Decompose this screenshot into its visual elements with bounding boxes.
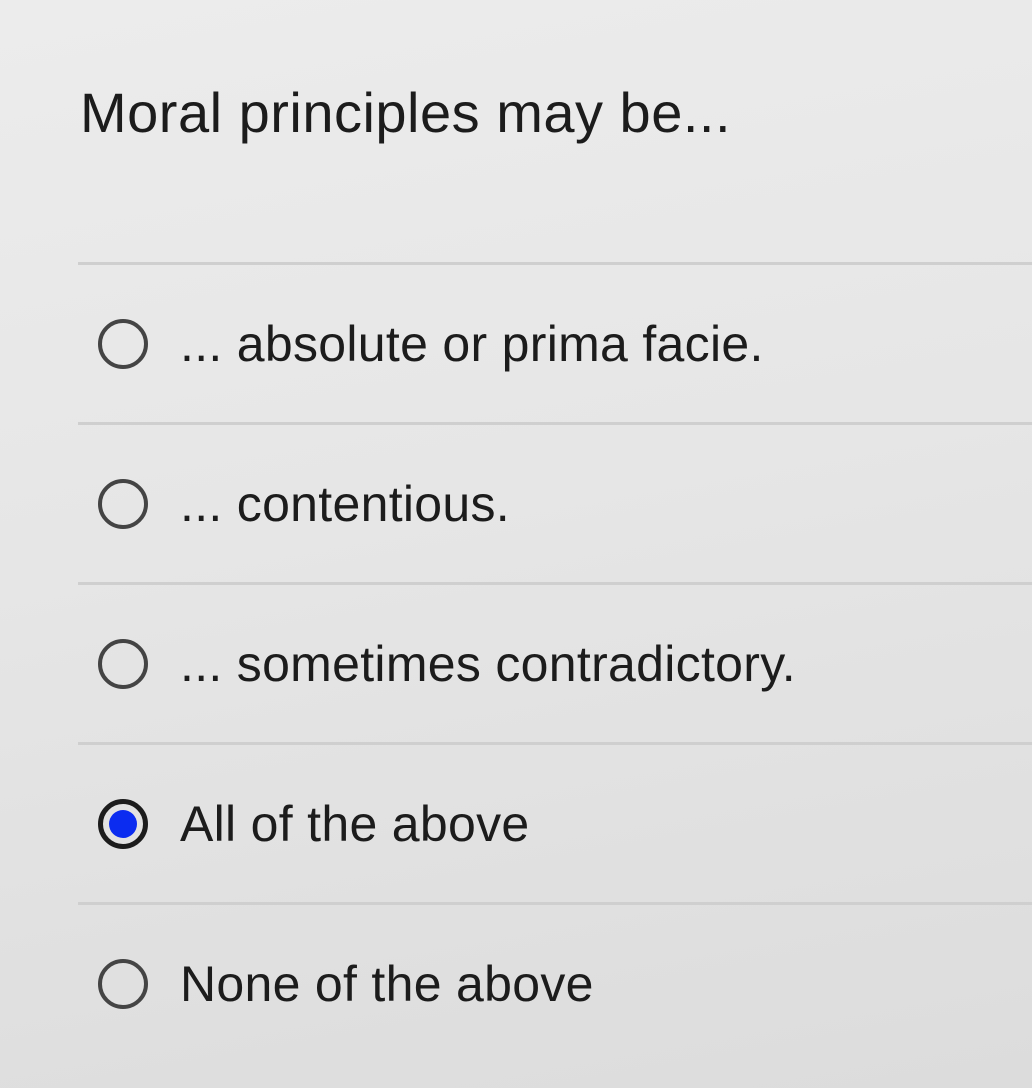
- radio-button-unchecked-icon[interactable]: [98, 958, 148, 1009]
- option-label: All of the above: [180, 795, 530, 852]
- radio-button-unchecked-icon[interactable]: [98, 318, 148, 369]
- radio-button-unchecked-icon[interactable]: [98, 478, 148, 529]
- option-absolute-or-prima-facie[interactable]: ... absolute or prima facie.: [78, 262, 1032, 422]
- option-label: ... absolute or prima facie.: [180, 315, 764, 372]
- option-contentious[interactable]: ... contentious.: [78, 422, 1032, 582]
- option-all-of-the-above[interactable]: All of the above: [78, 742, 1032, 902]
- option-label: ... sometimes contradictory.: [180, 635, 796, 692]
- option-sometimes-contradictory[interactable]: ... sometimes contradictory.: [78, 582, 1032, 742]
- radio-selected-dot: [109, 809, 137, 838]
- option-none-of-the-above[interactable]: None of the above: [78, 902, 1032, 1062]
- radio-button-unchecked-icon[interactable]: [98, 638, 148, 689]
- answer-options: ... absolute or prima facie. ... content…: [78, 262, 1032, 1062]
- option-label: None of the above: [180, 955, 594, 1012]
- radio-button-checked-icon[interactable]: [98, 798, 148, 849]
- option-label: ... contentious.: [180, 475, 510, 532]
- question-title: Moral principles may be...: [80, 81, 732, 144]
